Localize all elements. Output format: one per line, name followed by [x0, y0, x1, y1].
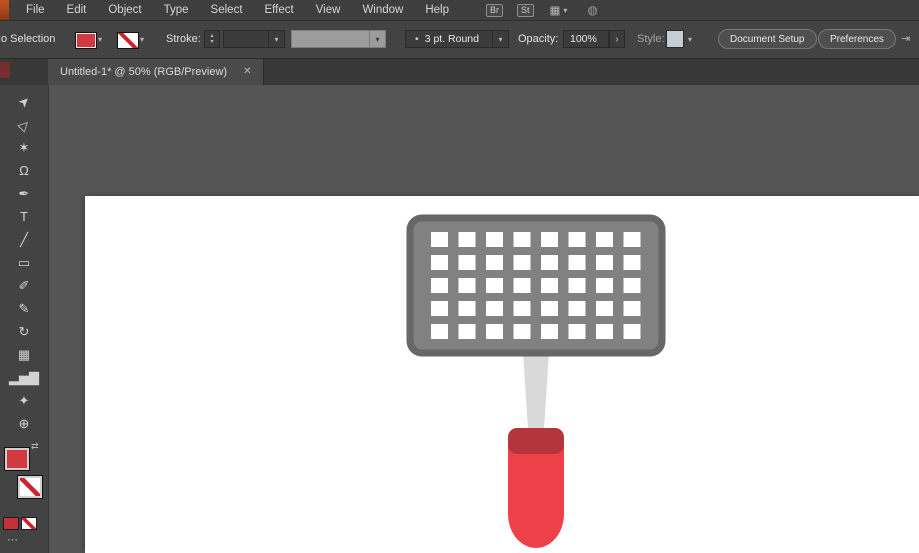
brush-definition-combo[interactable]: • 3 pt. Round ▾	[405, 30, 509, 48]
opacity-label[interactable]: Opacity:	[518, 33, 558, 45]
menu-items: FileEditObjectTypeSelectEffectViewWindow…	[9, 0, 460, 20]
chevron-down-icon: ▾	[563, 6, 567, 15]
style-label: Style:	[637, 33, 665, 45]
stroke-weight-stepper[interactable]: ▴ ▾	[204, 30, 220, 48]
menu-bar: FileEditObjectTypeSelectEffectViewWindow…	[0, 0, 919, 20]
mesh-tool[interactable]: ▦	[0, 343, 48, 366]
document-tab-bar: Untitled-1* @ 50% (RGB/Preview) ✕	[0, 58, 919, 85]
fill-chevron-down-icon[interactable]: ▾	[98, 35, 102, 44]
style-chevron-down-icon[interactable]: ▾	[688, 35, 692, 44]
menu-item-select[interactable]: Select	[200, 0, 254, 20]
rectangle-tool[interactable]: ▭	[0, 251, 48, 274]
swap-fill-stroke-icon[interactable]: ⇄	[31, 441, 39, 452]
menu-item-file[interactable]: File	[15, 0, 56, 20]
preferences-button[interactable]: Preferences	[818, 29, 896, 49]
menu-item-edit[interactable]: Edit	[56, 0, 98, 20]
color-mode-button[interactable]	[3, 517, 19, 530]
artboard[interactable]	[85, 196, 919, 553]
paintbrush-tool[interactable]: ✐	[0, 274, 48, 297]
selection-tool[interactable]: ➤	[0, 90, 48, 113]
workspace-switcher[interactable]: ▦ ▾	[550, 3, 568, 17]
stroke-weight-combo[interactable]: ▾	[223, 30, 285, 48]
menu-item-object[interactable]: Object	[97, 0, 152, 20]
style-swatch[interactable]	[666, 30, 684, 48]
direct-selection-tool[interactable]: ▷	[0, 113, 48, 136]
document-setup-button[interactable]: Document Setup	[718, 29, 817, 49]
stroke-label[interactable]: Stroke:	[166, 33, 201, 45]
opacity-input[interactable]: 100%	[563, 30, 609, 48]
menu-item-view[interactable]: View	[305, 0, 352, 20]
magic-wand-tool[interactable]: ✶	[0, 136, 48, 159]
toolbar-stroke-swatch[interactable]	[17, 475, 43, 499]
stepper-down-icon[interactable]: ▾	[210, 39, 213, 45]
masher-artwork[interactable]	[85, 196, 919, 553]
none-mode-button[interactable]	[21, 517, 37, 530]
screen-mode-icon[interactable]: ⋯	[7, 533, 18, 546]
menu-item-effect[interactable]: Effect	[254, 0, 305, 20]
rotate-tool[interactable]: ↻	[0, 320, 48, 343]
type-tool[interactable]: T	[0, 205, 48, 228]
stroke-color-swatch[interactable]	[117, 32, 139, 49]
selection-status-label: No Selection	[0, 33, 55, 45]
combo-chevron-down-icon[interactable]: ▾	[268, 31, 284, 47]
column-graph-tool[interactable]: ▂▅▇	[0, 366, 48, 389]
tool-list: ➤▷✶Ω✒T╱▭✐✎↻▦▂▅▇✦⊕	[0, 90, 48, 435]
menu-item-help[interactable]: Help	[414, 0, 460, 20]
control-bar: No Selection ▾ ▾ Stroke: ▴ ▾ ▾ ▾ • 3 pt.…	[0, 20, 919, 59]
pencil-tool[interactable]: ✎	[0, 297, 48, 320]
brush-definition-value: 3 pt. Round	[425, 33, 479, 45]
menu-item-type[interactable]: Type	[153, 0, 200, 20]
menu-item-window[interactable]: Window	[351, 0, 414, 20]
lasso-tool[interactable]: Ω	[0, 159, 48, 182]
stroke-chevron-down-icon[interactable]: ▾	[140, 35, 144, 44]
workspace-grid-icon: ▦	[550, 3, 561, 17]
disabled-chevron-down-icon: ▾	[369, 31, 385, 47]
sync-status-icon[interactable]: ◍	[587, 3, 597, 17]
document-tab[interactable]: Untitled-1* @ 50% (RGB/Preview) ✕	[48, 58, 264, 85]
close-tab-icon[interactable]: ✕	[243, 66, 251, 77]
brush-chevron-down-icon[interactable]: ▾	[492, 31, 508, 47]
app-icon	[0, 0, 9, 20]
fill-color-swatch[interactable]	[75, 32, 97, 49]
zoom-tool[interactable]: ⊕	[0, 412, 48, 435]
bridge-button[interactable]: Br	[486, 4, 503, 17]
brush-bullet-icon: •	[415, 33, 419, 45]
opacity-arrow-button[interactable]: ›	[609, 30, 625, 48]
panel-dock-icon[interactable]: ⇥	[901, 32, 910, 45]
pen-tool[interactable]: ✒	[0, 182, 48, 205]
document-tab-title: Untitled-1* @ 50% (RGB/Preview)	[60, 66, 227, 78]
variable-width-dropdown: ▾	[291, 30, 386, 48]
docked-panel-edge[interactable]	[0, 62, 10, 78]
tools-panel: ➤▷✶Ω✒T╱▭✐✎↻▦▂▅▇✦⊕ ⇄ ⋯	[0, 85, 49, 553]
stock-button[interactable]: St	[517, 4, 534, 17]
toolbar-fill-swatch[interactable]	[4, 447, 30, 471]
eyedropper-tool[interactable]: ✦	[0, 389, 48, 412]
line-segment-tool[interactable]: ╱	[0, 228, 48, 251]
